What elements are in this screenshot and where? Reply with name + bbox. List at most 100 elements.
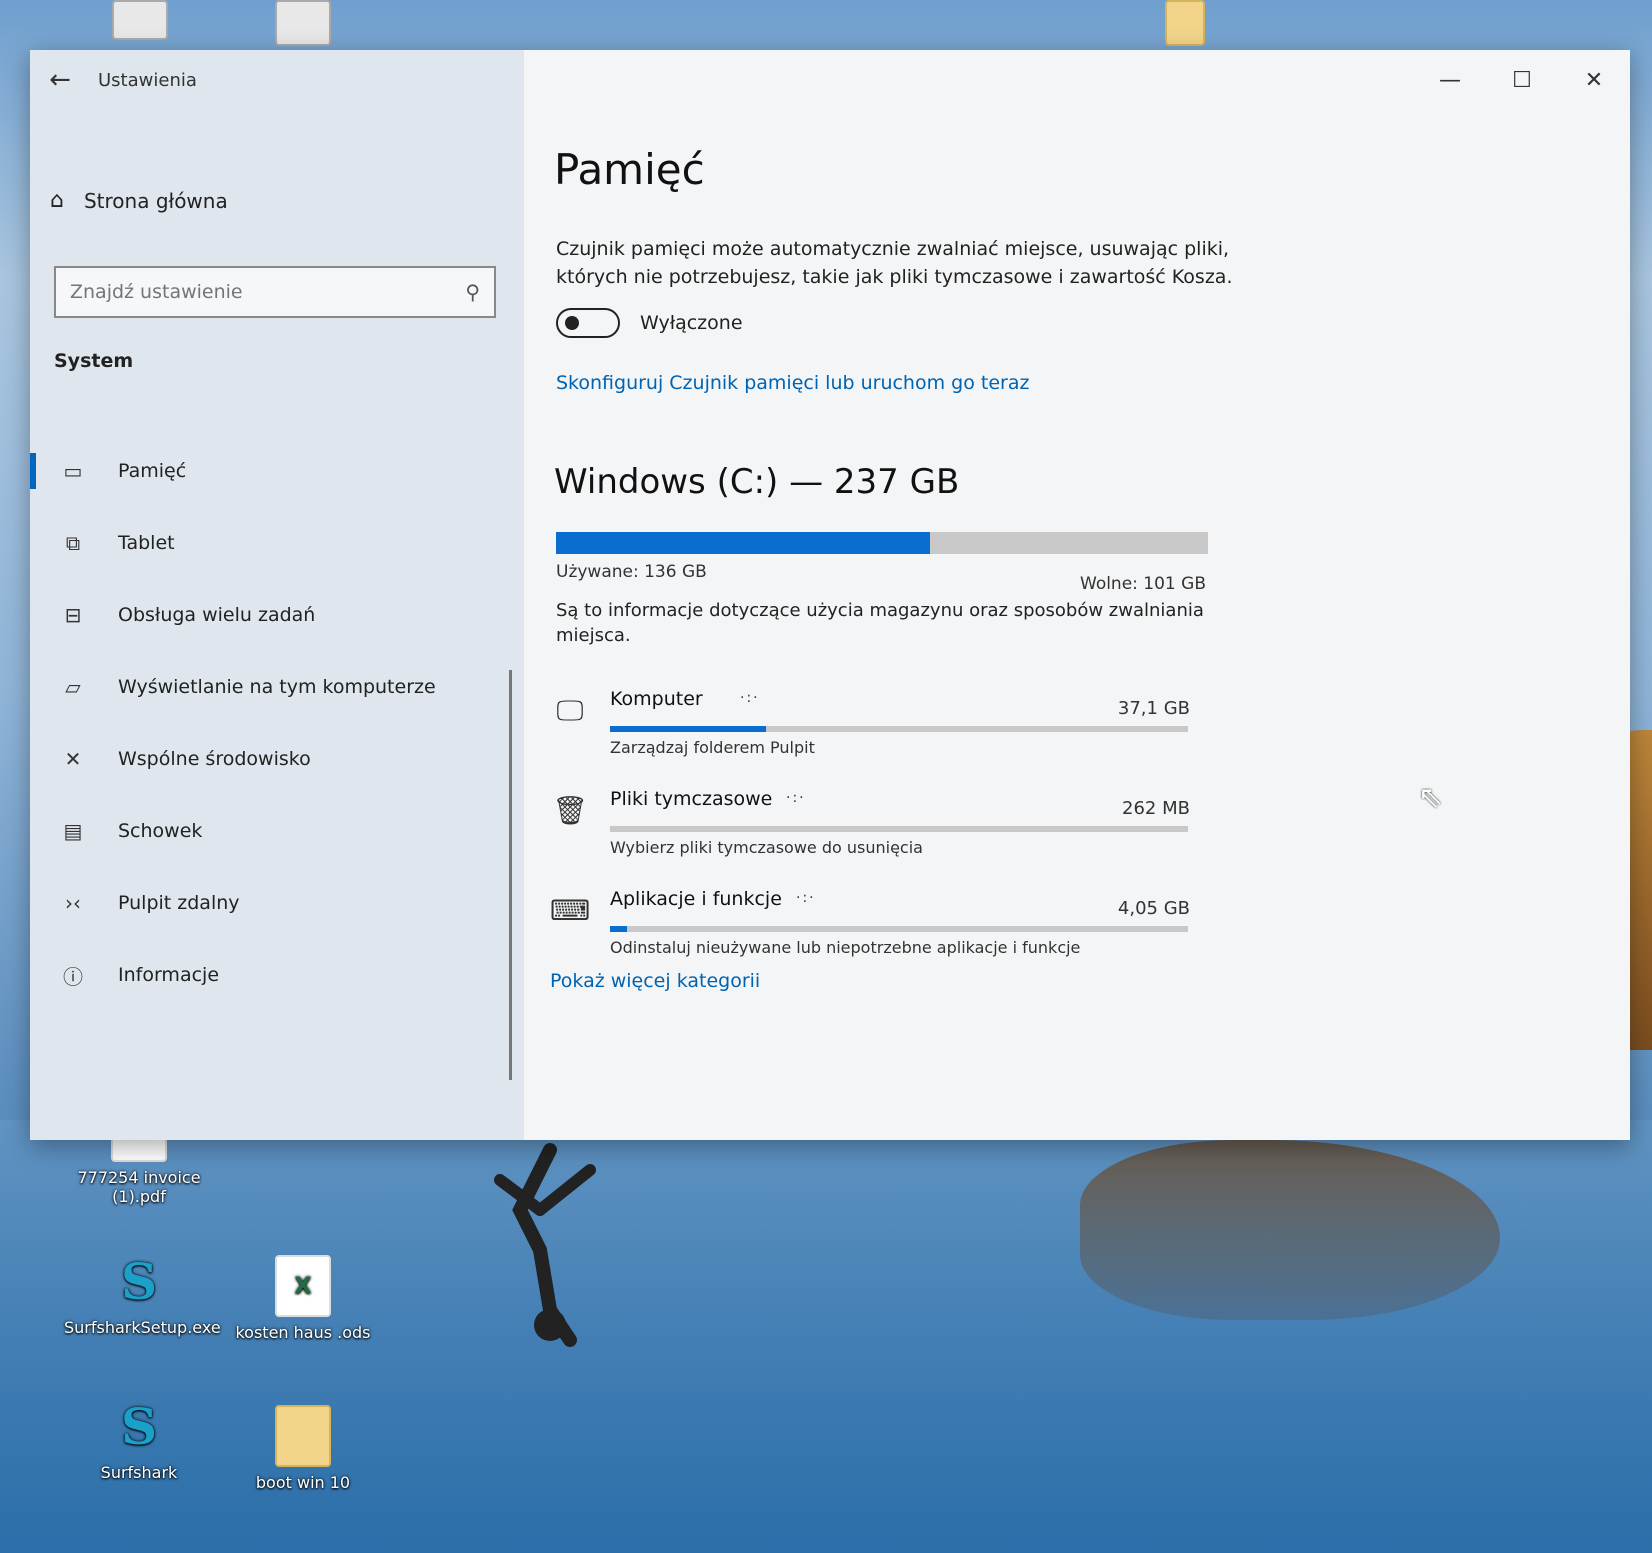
- installer-icon: [112, 0, 168, 40]
- category-size: 4,05 GB: [1117, 898, 1190, 919]
- search-box[interactable]: ⚲: [54, 266, 496, 318]
- arrow-left-icon: ←: [49, 65, 71, 95]
- sidebar-item-label: Strona główna: [83, 188, 228, 213]
- desktop-icon-label: boot win 10: [255, 1473, 351, 1492]
- settings-sidebar: ← Ustawienia ⌂ Strona główna ⚲ System ▭ …: [30, 50, 524, 1140]
- sidebar-item-shared-experiences[interactable]: ✕ Wspólne środowisko: [30, 723, 524, 795]
- sidebar-item-label: Informacje: [118, 964, 220, 986]
- remote-desktop-icon: ›‹: [65, 891, 81, 915]
- spreadsheet-icon: X: [275, 1255, 331, 1317]
- desktop-icon-label: SurfsharkSetup.exe: [64, 1318, 221, 1337]
- category-name: Pliki tymczasowe: [610, 788, 773, 810]
- zip-icon: [275, 0, 331, 46]
- category-usage-fill: [610, 926, 628, 932]
- sidebar-item-tablet[interactable]: ⧉ Tablet: [30, 507, 524, 579]
- category-size: 262 MB: [1122, 798, 1190, 819]
- surfshark-icon: S: [120, 1396, 158, 1456]
- category-description: Zarządzaj folderem Pulpit: [610, 738, 815, 757]
- storage-sense-description: Czujnik pamięci może automatycznie zwaln…: [556, 238, 1233, 288]
- sidebar-item-label: Tablet: [118, 532, 175, 554]
- storage-categories: 🖵 Komputer ·:· 37,1 GB Zarządzaj foldere…: [550, 680, 1210, 980]
- category-size: 37,1 GB: [1117, 698, 1190, 719]
- minimize-icon: —: [1439, 67, 1461, 93]
- sidebar-item-label: Schowek: [118, 820, 203, 842]
- desktop-icon-top-2[interactable]: [228, 0, 378, 52]
- configure-storage-sense-link[interactable]: Skonfiguruj Czujnik pamięci lub uruchom …: [556, 372, 1029, 394]
- storage-sense-toggle[interactable]: [556, 308, 620, 338]
- category-usage-bar: [610, 826, 1188, 832]
- storage-sense-toggle-row: Wyłączone: [556, 308, 743, 338]
- drive-title: Windows (C:) — 237 GB: [554, 462, 960, 502]
- sidebar-item-clipboard[interactable]: ▤ Schowek: [30, 795, 524, 867]
- category-apps-features[interactable]: ⌨ Aplikacje i funkcje ·:· 4,05 GB Odinst…: [550, 880, 1210, 980]
- sidebar-item-label: Obsługa wielu zadań: [118, 604, 316, 626]
- back-button[interactable]: ←: [30, 50, 90, 110]
- category-usage-bar: [610, 926, 1188, 932]
- sidebar-item-label: Pulpit zdalny: [118, 892, 240, 914]
- shared-experiences-icon: ✕: [64, 747, 82, 771]
- desktop-icon-surfshark[interactable]: S Surfshark: [64, 1395, 214, 1483]
- folder-icon: [275, 1405, 331, 1467]
- category-computer[interactable]: 🖵 Komputer ·:· 37,1 GB Zarządzaj foldere…: [550, 680, 1210, 780]
- desktop-wallpaper-figure: [494, 1143, 596, 1347]
- category-name: Aplikacje i funkcje: [610, 888, 782, 910]
- close-button[interactable]: ✕: [1558, 50, 1630, 110]
- info-icon: ⓘ: [63, 964, 83, 989]
- category-usage-bar: [610, 726, 1188, 732]
- category-temp-files[interactable]: 🗑 Pliki tymczasowe ·:· 262 MB Wybierz pl…: [550, 780, 1210, 880]
- desktop-icon-surfshark-setup[interactable]: S SurfsharkSetup.exe: [64, 1250, 221, 1338]
- drive-used-label: Używane: 136 GB: [556, 562, 707, 582]
- multitasking-icon: ⊟: [64, 603, 82, 627]
- app-title: Ustawienia: [98, 69, 197, 91]
- sidebar-item-label: Pamięć: [118, 460, 187, 482]
- desktop-icon-boot-win[interactable]: boot win 10: [228, 1405, 378, 1492]
- toggle-knob: [565, 316, 579, 330]
- sidebar-item-multitasking[interactable]: ⊟ Obsługa wielu zadań: [30, 579, 524, 651]
- maximize-button[interactable]: ☐: [1486, 50, 1558, 110]
- storage-page: — ☐ ✕ Pamięć Czujnik pamięci może automa…: [524, 50, 1630, 1140]
- page-title: Pamięć: [554, 145, 705, 194]
- trash-icon: 🗑: [552, 794, 588, 827]
- minimize-button[interactable]: —: [1414, 50, 1486, 110]
- storage-info-text: Są to informacje dotyczące użycia magazy…: [556, 600, 1204, 646]
- sidebar-item-label: Wspólne środowisko: [118, 748, 311, 770]
- sidebar-item-projecting[interactable]: ▱ Wyświetlanie na tym komputerze: [30, 651, 524, 723]
- sidebar-scrollbar[interactable]: [509, 670, 512, 1080]
- desktop-icon-label: Surfshark: [100, 1463, 178, 1482]
- sidebar-item-about[interactable]: ⓘ Informacje: [30, 939, 524, 1011]
- desktop-icon-label: kosten haus .ods: [235, 1323, 371, 1342]
- category-description: Wybierz pliki tymczasowe do usunięcia: [610, 838, 923, 857]
- sidebar-item-home[interactable]: ⌂ Strona główna: [50, 188, 228, 213]
- folder-icon: [1165, 0, 1205, 46]
- drive-usage-bar: [556, 532, 1208, 554]
- sidebar-item-remote-desktop[interactable]: ›‹ Pulpit zdalny: [30, 867, 524, 939]
- keyboard-icon: ⌨: [550, 894, 591, 927]
- loading-spinner-icon: ·:·: [796, 890, 816, 906]
- title-bar: ← Ustawienia: [30, 50, 524, 110]
- search-icon[interactable]: ⚲: [465, 280, 480, 304]
- search-input[interactable]: [70, 281, 466, 303]
- desktop-icon-top-1[interactable]: [65, 0, 215, 46]
- home-icon: ⌂: [50, 188, 64, 213]
- desktop-icon-top-3[interactable]: [1110, 0, 1260, 52]
- settings-window: ← Ustawienia ⌂ Strona główna ⚲ System ▭ …: [30, 50, 1630, 1140]
- show-more-categories-link[interactable]: Pokaż więcej kategorii: [550, 970, 760, 992]
- sidebar-nav: ▭ Pamięć ⧉ Tablet ⊟ Obsługa wielu zadań …: [30, 435, 524, 1011]
- category-name: Komputer: [610, 688, 703, 710]
- toggle-state-label: Wyłączone: [640, 312, 743, 334]
- sidebar-item-storage[interactable]: ▭ Pamięć: [30, 435, 524, 507]
- loading-spinner-icon: ·:·: [786, 790, 806, 806]
- category-usage-fill: [610, 726, 767, 732]
- maximize-icon: ☐: [1512, 67, 1532, 93]
- close-icon: ✕: [1584, 67, 1604, 93]
- drive-usage-fill: [556, 532, 931, 554]
- section-label: System: [54, 350, 134, 372]
- loading-spinner-icon: ·:·: [740, 690, 760, 706]
- storage-icon: ▭: [63, 459, 83, 483]
- desktop-icon-ods[interactable]: X kosten haus .ods: [228, 1255, 378, 1342]
- projecting-icon: ▱: [65, 675, 81, 699]
- mouse-cursor-icon: ⇖: [1418, 780, 1444, 815]
- window-controls: — ☐ ✕: [1414, 50, 1630, 110]
- sidebar-item-label: Wyświetlanie na tym komputerze: [118, 676, 436, 698]
- desktop-icon-label: 777254 invoice (1).pdf: [77, 1168, 201, 1206]
